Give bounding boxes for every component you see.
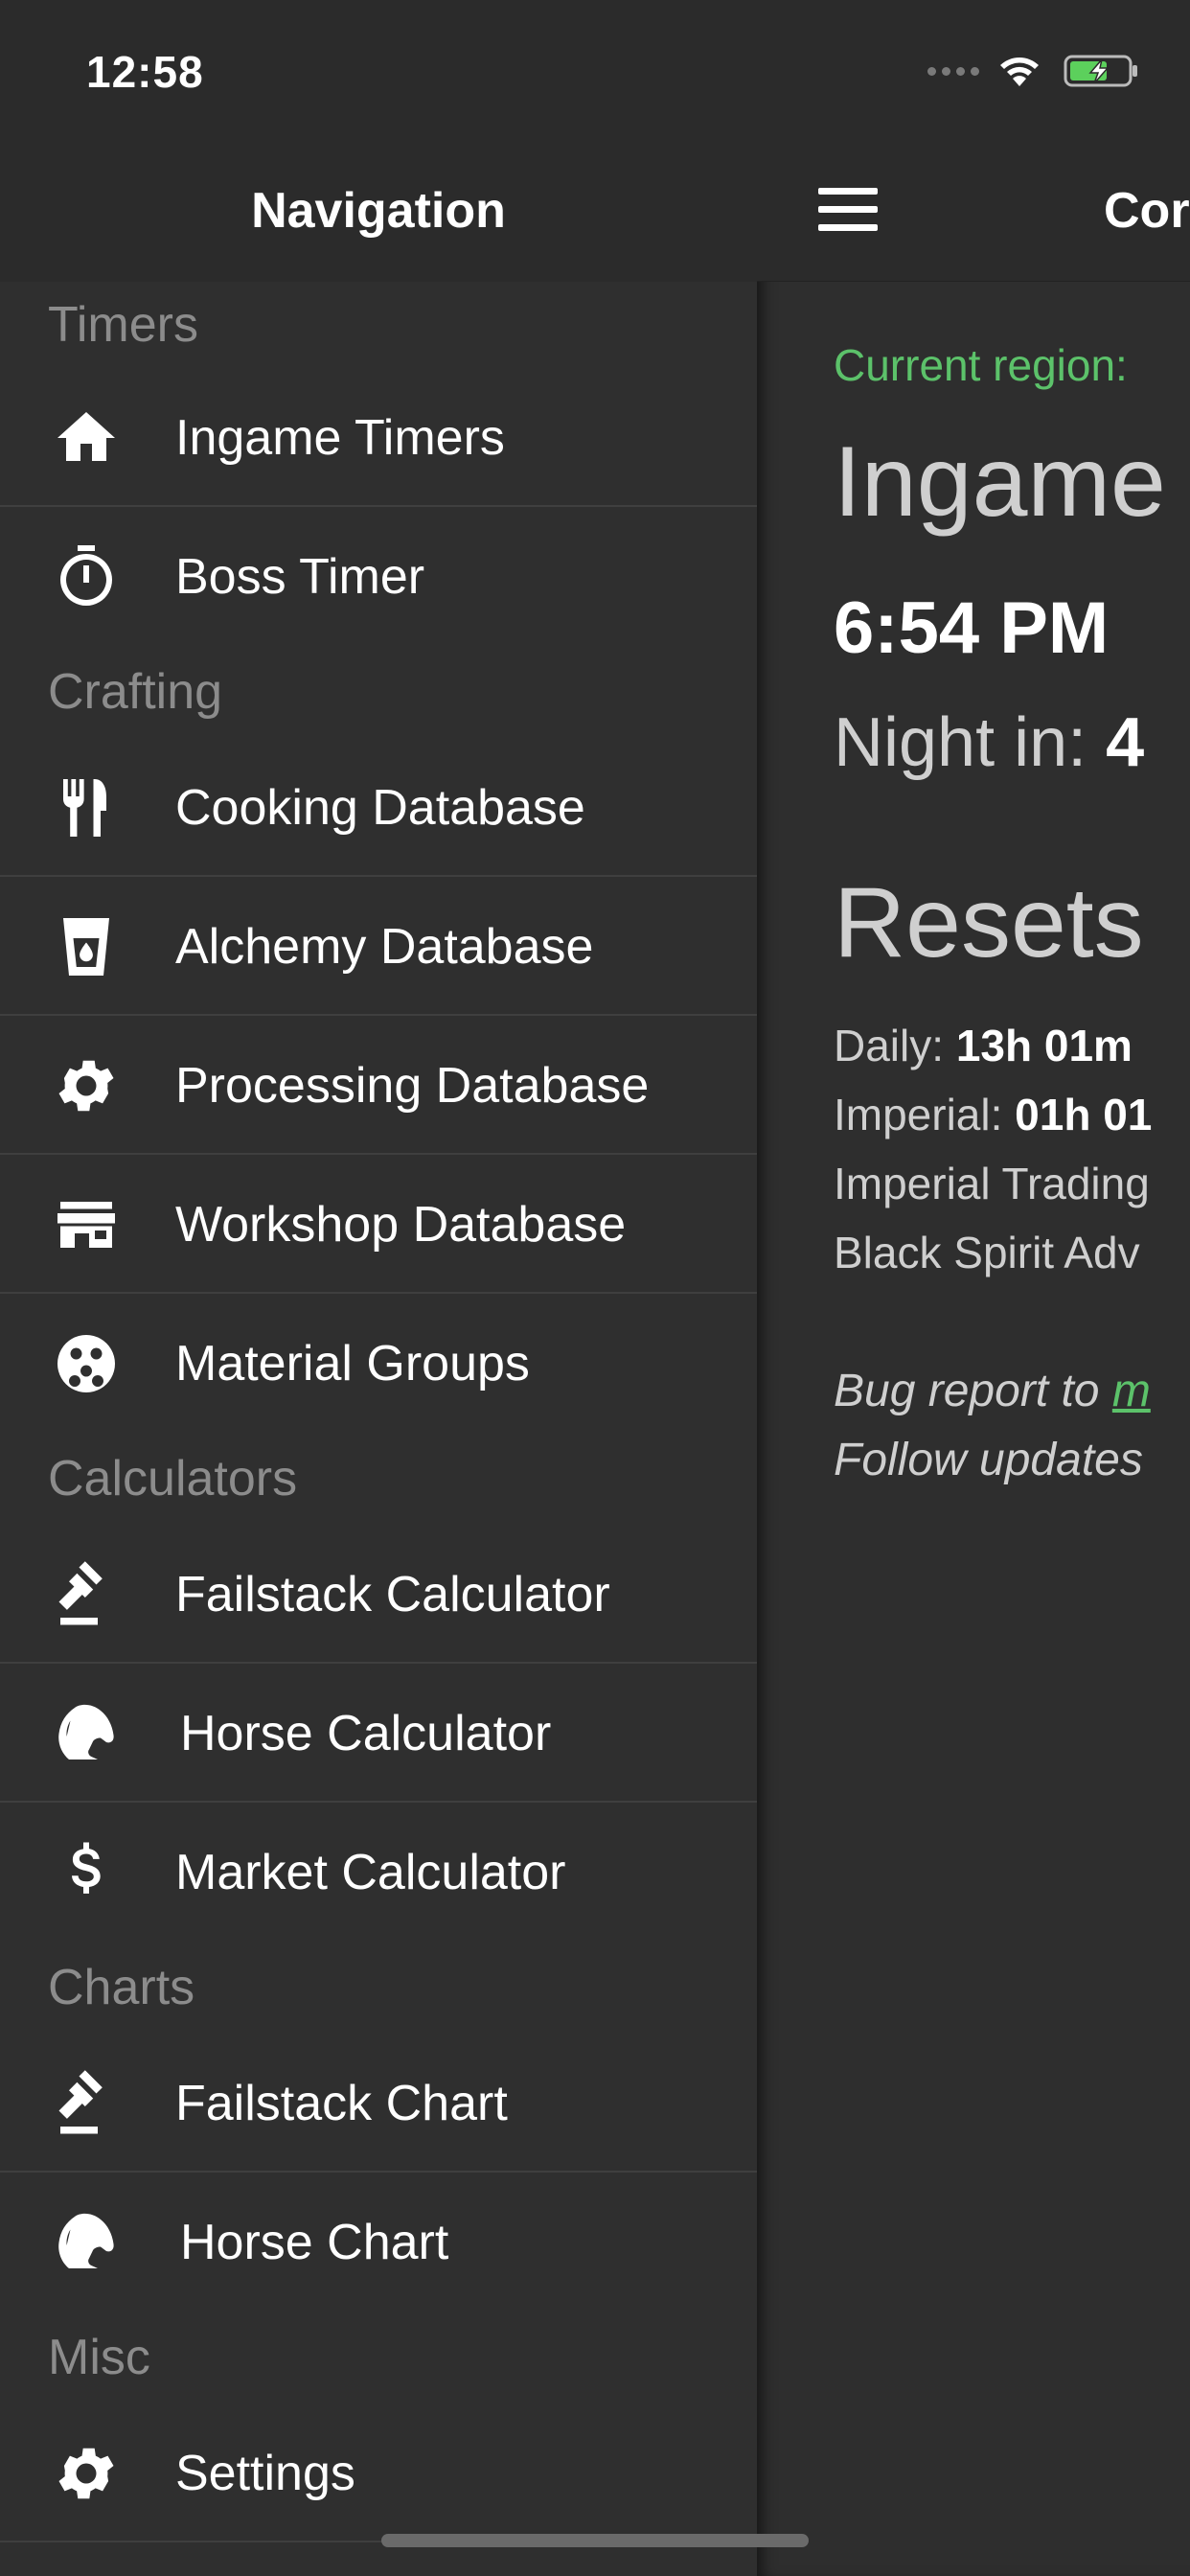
menu-item-label: Workshop Database (175, 1196, 627, 1253)
menu-item-label: Material Groups (175, 1335, 530, 1392)
menu-item-label: Cooking Database (175, 779, 585, 836)
status-time: 12:58 (86, 47, 204, 97)
daily-value: 13h 01m (955, 1021, 1133, 1070)
menu-item-horse-calculator[interactable]: Horse Calculator (0, 1664, 757, 1803)
menu-item-alchemy-database[interactable]: Alchemy Database (0, 877, 757, 1016)
bug-report-line: Bug report to m (834, 1365, 1151, 1417)
drawer-title: Navigation (251, 183, 506, 239)
main-title: Cor (1104, 183, 1190, 239)
gavel-icon (48, 2065, 125, 2142)
utensils-icon (48, 770, 125, 846)
current-region-label: Current region: (834, 340, 1128, 390)
menu-item-label: Failstack Chart (175, 2075, 508, 2131)
menu-item-material-groups[interactable]: Material Groups (0, 1294, 757, 1433)
menu-item-label: Horse Calculator (180, 1705, 552, 1761)
imperial-value: 01h 01 (1015, 1090, 1153, 1139)
gear-icon (48, 1047, 125, 1124)
night-countdown: Night in: 4 (834, 703, 1144, 782)
menu-item-workshop-database[interactable]: Workshop Database (0, 1155, 757, 1294)
wifi-icon (1000, 58, 1039, 86)
ingame-time: 6:54 PM (834, 587, 1110, 669)
night-label: Night in: (834, 704, 1087, 781)
resets-heading: Resets (834, 867, 1144, 978)
hamburger-menu-icon[interactable] (818, 188, 878, 232)
menu-item-settings[interactable]: Settings (0, 2404, 757, 2542)
battery-charging-icon (1064, 55, 1137, 87)
section-header-charts: Charts (0, 1942, 757, 2034)
menu-item-market-calculator[interactable]: Market Calculator (0, 1803, 757, 1942)
menu-item-boss-timer[interactable]: Boss Timer (0, 507, 757, 646)
section-header-misc: Misc (0, 2312, 757, 2404)
drawer-menu-list: Timers Ingame Timers Boss Timer Crafting… (0, 282, 757, 2542)
menu-item-failstack-chart[interactable]: Failstack Chart (0, 2034, 757, 2173)
menu-item-label: Horse Chart (180, 2214, 449, 2270)
store-icon (48, 1186, 125, 1263)
cookie-icon (48, 1325, 125, 1402)
menu-item-failstack-calculator[interactable]: Failstack Calculator (0, 1525, 757, 1664)
dollar-icon (48, 1834, 125, 1911)
menu-item-ingame-timers[interactable]: Ingame Timers (0, 368, 757, 507)
gear-icon (48, 2435, 125, 2512)
menu-item-label: Ingame Timers (175, 409, 505, 466)
main-navigation-bar: Cor (757, 0, 1190, 282)
daily-reset: Daily: 13h 01m (834, 1020, 1133, 1071)
menu-item-label: Processing Database (175, 1057, 650, 1114)
menu-item-processing-database[interactable]: Processing Database (0, 1016, 757, 1155)
navigation-drawer: 12:58 Navigation Timers Ingame Timers Bo… (0, 0, 757, 2576)
daily-label: Daily: (834, 1021, 945, 1070)
follow-updates-line: Follow updates (834, 1435, 1143, 1485)
section-header-timers: Timers (0, 282, 757, 368)
bug-report-text: Bug report to (834, 1366, 1100, 1416)
home-icon (48, 400, 125, 476)
section-header-crafting: Crafting (0, 646, 757, 738)
drawer-header: 12:58 Navigation (0, 0, 757, 282)
horse-icon (48, 1695, 125, 1772)
imperial-label: Imperial: (834, 1090, 1003, 1139)
app-screen: Cor Current region: Ingame 6:54 PM Night… (0, 0, 1190, 2576)
gavel-icon (48, 1556, 125, 1633)
menu-item-label: Boss Timer (175, 548, 425, 605)
flask-icon (48, 908, 125, 985)
black-spirit-reset: Black Spirit Adv (834, 1228, 1140, 1277)
ingame-heading: Ingame (834, 426, 1166, 538)
menu-item-cooking-database[interactable]: Cooking Database (0, 738, 757, 877)
home-indicator[interactable] (381, 2534, 809, 2547)
menu-item-label: Settings (175, 2445, 355, 2501)
horse-icon (48, 2204, 125, 2281)
section-header-calculators: Calculators (0, 1433, 757, 1525)
imperial-reset: Imperial: 01h 01 (834, 1089, 1152, 1140)
bug-report-link[interactable]: m (1112, 1366, 1151, 1416)
menu-item-horse-chart[interactable]: Horse Chart (0, 2173, 757, 2312)
menu-item-label: Alchemy Database (175, 918, 594, 975)
menu-item-label: Failstack Calculator (175, 1566, 610, 1622)
menu-item-label: Market Calculator (175, 1844, 566, 1900)
night-value: 4 (1106, 704, 1145, 781)
stopwatch-icon (48, 539, 125, 615)
main-content: Cor Current region: Ingame 6:54 PM Night… (757, 0, 1190, 2576)
imperial-trading-reset: Imperial Trading (834, 1159, 1150, 1208)
cellular-signal-icon (927, 67, 979, 76)
